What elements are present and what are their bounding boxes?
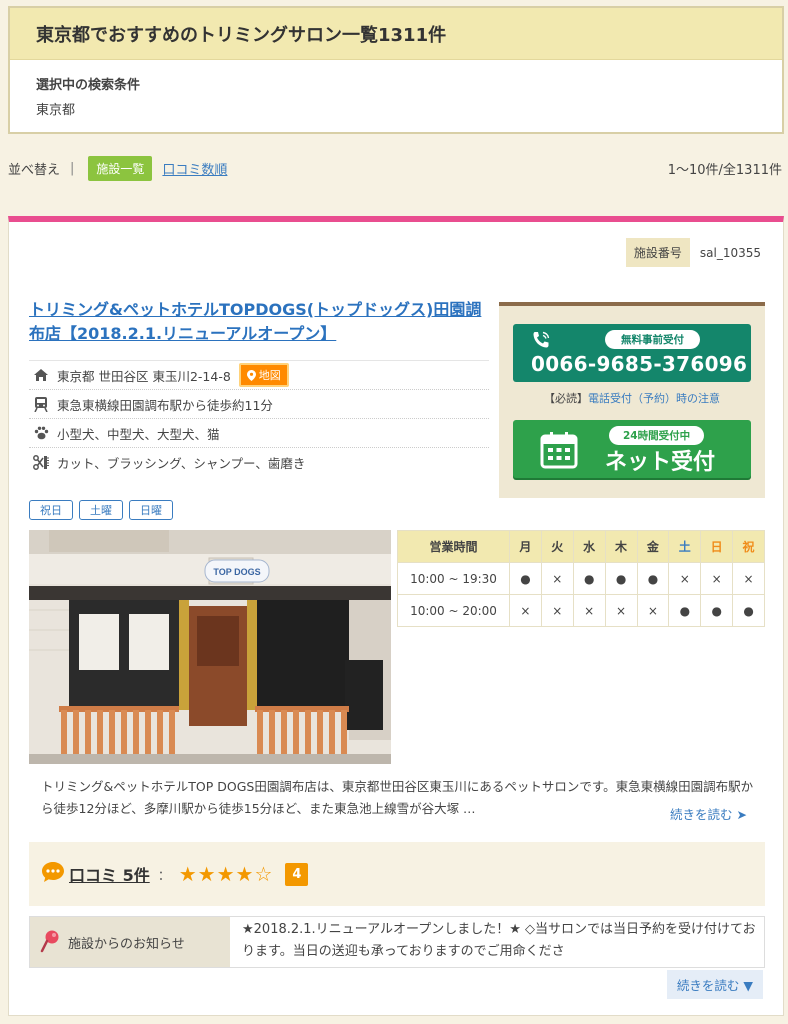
access-row: 東急東横線田園調布駅から徒歩約11分 [29, 389, 489, 418]
sort-label: 並べ替え [8, 162, 61, 178]
hours-mark: × [636, 594, 670, 627]
hours-header-tue: 火 [540, 530, 574, 563]
hours-header-sat: 土 [668, 530, 702, 563]
phone-note-link[interactable]: 電話受付（予約）時の注意 [588, 392, 720, 405]
phone-icon [531, 330, 551, 354]
rating-score-badge: 4 [285, 862, 309, 886]
photo-sign-text: TOP DOGS [213, 567, 260, 577]
salon-title-link[interactable]: トリミング&ペットホテルTOPDOGS(トップドッグス)田園調布店【2018.2… [29, 298, 489, 346]
pushpin-icon [38, 929, 62, 955]
hours-row: 10:00 ~ 20:00 × × × × × ● ● ● [397, 594, 765, 627]
page-title: 東京都でおすすめのトリミングサロン一覧1311件 [10, 8, 782, 60]
facility-number: 施設番号 sal_10355 [625, 238, 761, 267]
net-badge: 24時間受付中 [609, 426, 705, 445]
hours-header-mon: 月 [509, 530, 542, 563]
address-text: 東京都 世田谷区 東玉川2-14-8 [57, 368, 231, 384]
notice-text: ★2018.2.1.リニューアルオープンしました！★ ◇当サロンでは当日予約を受… [242, 922, 756, 959]
address-row: 東京都 世田谷区 東玉川2-14-8 地図 [29, 360, 489, 389]
reservation-box: 無料事前受付 0066-9685-376096 【必読】電話受付（予約）時の注意… [499, 302, 765, 498]
hours-mark: × [732, 562, 765, 595]
hours-mark: × [540, 562, 574, 595]
hours-mark: ● [572, 562, 606, 595]
hours-mark: ● [636, 562, 670, 595]
tag-holiday[interactable]: 祝日 [29, 500, 73, 520]
notice-label-box: 施設からのお知らせ [30, 917, 230, 967]
map-pin-icon [246, 369, 256, 381]
home-icon [29, 368, 53, 382]
phone-badge: 無料事前受付 [605, 330, 700, 349]
read-more-link[interactable]: 続きを読む ➤ [670, 804, 747, 823]
hours-time: 10:00 ~ 20:00 [397, 594, 510, 627]
review-summary: 口コミ 5件 ： ★★★★☆ 4 [29, 842, 765, 906]
notice-read-more-button[interactable]: 続きを読む ▼ [666, 970, 763, 999]
scissors-comb-icon [29, 454, 53, 470]
salon-photo: TOP DOGS [29, 530, 391, 764]
train-icon [29, 396, 53, 412]
tag-sunday[interactable]: 日曜 [129, 500, 173, 520]
hours-mark: ● [700, 594, 734, 627]
hours-mark: × [540, 594, 574, 627]
result-count: 1〜10件/全1311件 [667, 162, 782, 178]
hours-mark: ● [509, 562, 542, 595]
star-rating: ★★★★☆ [179, 862, 274, 886]
salon-info: 東京都 世田谷区 東玉川2-14-8 地図 東急東横線田園調布駅から徒歩約11分… [29, 360, 489, 476]
phone-reserve-button[interactable]: 無料事前受付 0066-9685-376096 [513, 324, 751, 382]
review-count-link[interactable]: 口コミ 5件 [69, 862, 150, 886]
map-button-label: 地図 [258, 369, 281, 382]
salon-card: 施設番号 sal_10355 トリミング&ペットホテルTOPDOGS(トップドッ… [8, 216, 784, 1016]
services-row: カット、ブラッシング、シャンプー、歯磨き [29, 447, 489, 476]
sort-bar: 並べ替え | 施設一覧 口コミ数順 1〜10件/全1311件 [8, 154, 784, 182]
facility-number-value: sal_10355 [699, 245, 761, 260]
hours-mark: × [668, 562, 702, 595]
business-hours-table: 営業時間 月 火 水 木 金 土 日 祝 10:00 ~ 19:30 ● × ●… [397, 530, 765, 627]
review-bubble-icon [41, 861, 65, 887]
hours-header-row: 営業時間 月 火 水 木 金 土 日 祝 [397, 530, 765, 563]
hours-mark: × [509, 594, 542, 627]
hours-header-label: 営業時間 [397, 530, 510, 563]
hours-header-wed: 水 [572, 530, 606, 563]
hours-time: 10:00 ~ 19:30 [397, 562, 510, 595]
access-text: 東急東横線田園調布駅から徒歩約11分 [57, 397, 273, 413]
criteria-value: 東京都 [36, 103, 76, 118]
map-button[interactable]: 地図 [238, 363, 289, 387]
paw-icon [29, 426, 53, 440]
salon-description: トリミング&ペットホテルTOP DOGS田園調布店は、東京都世田谷区東玉川にある… [41, 779, 754, 816]
hours-header-holiday: 祝 [732, 530, 765, 563]
stars-empty: ☆ [254, 862, 274, 886]
open-day-tags: 祝日 土曜 日曜 [29, 500, 173, 520]
notice-label: 施設からのお知らせ [68, 936, 185, 952]
hours-mark: ● [732, 594, 765, 627]
hours-mark: × [572, 594, 606, 627]
hours-row: 10:00 ~ 19:30 ● × ● ● ● × × × [397, 562, 765, 595]
calendar-icon [539, 430, 579, 474]
sort-review-count-link[interactable]: 口コミ数順 [162, 159, 227, 178]
pets-text: 小型犬、中型犬、大型犬、猫 [57, 426, 220, 442]
hours-header-fri: 金 [636, 530, 670, 563]
sort-separator: | [70, 160, 75, 176]
sort-facility-list-button[interactable]: 施設一覧 [88, 155, 153, 181]
hours-header-thu: 木 [604, 530, 638, 563]
hours-mark: ● [604, 562, 638, 595]
hours-mark: × [604, 594, 638, 627]
pets-row: 小型犬、中型犬、大型犬、猫 [29, 418, 489, 447]
phone-number: 0066-9685-376096 [531, 352, 748, 376]
phone-note: 【必読】電話受付（予約）時の注意 [499, 390, 765, 406]
search-header: 東京都でおすすめのトリミングサロン一覧1311件 選択中の検索条件 東京都 [8, 6, 784, 134]
stars-filled: ★★★★ [178, 862, 255, 886]
hours-mark: × [700, 562, 734, 595]
tag-saturday[interactable]: 土曜 [79, 500, 123, 520]
search-criteria: 選択中の検索条件 東京都 [10, 60, 782, 118]
net-reserve-button[interactable]: 24時間受付中 ネット受付 [513, 420, 751, 478]
criteria-label: 選択中の検索条件 [36, 78, 141, 93]
facility-number-label: 施設番号 [625, 238, 690, 267]
review-colon: ： [157, 868, 171, 884]
hours-mark: ● [668, 594, 702, 627]
hours-header-sun: 日 [700, 530, 734, 563]
services-text: カット、ブラッシング、シャンプー、歯磨き [57, 455, 306, 471]
facility-notice: 施設からのお知らせ ★2018.2.1.リニューアルオープンしました！★ ◇当サ… [29, 916, 765, 968]
phone-note-prefix: 【必読】 [544, 392, 588, 405]
net-label: ネット受付 [605, 450, 716, 475]
